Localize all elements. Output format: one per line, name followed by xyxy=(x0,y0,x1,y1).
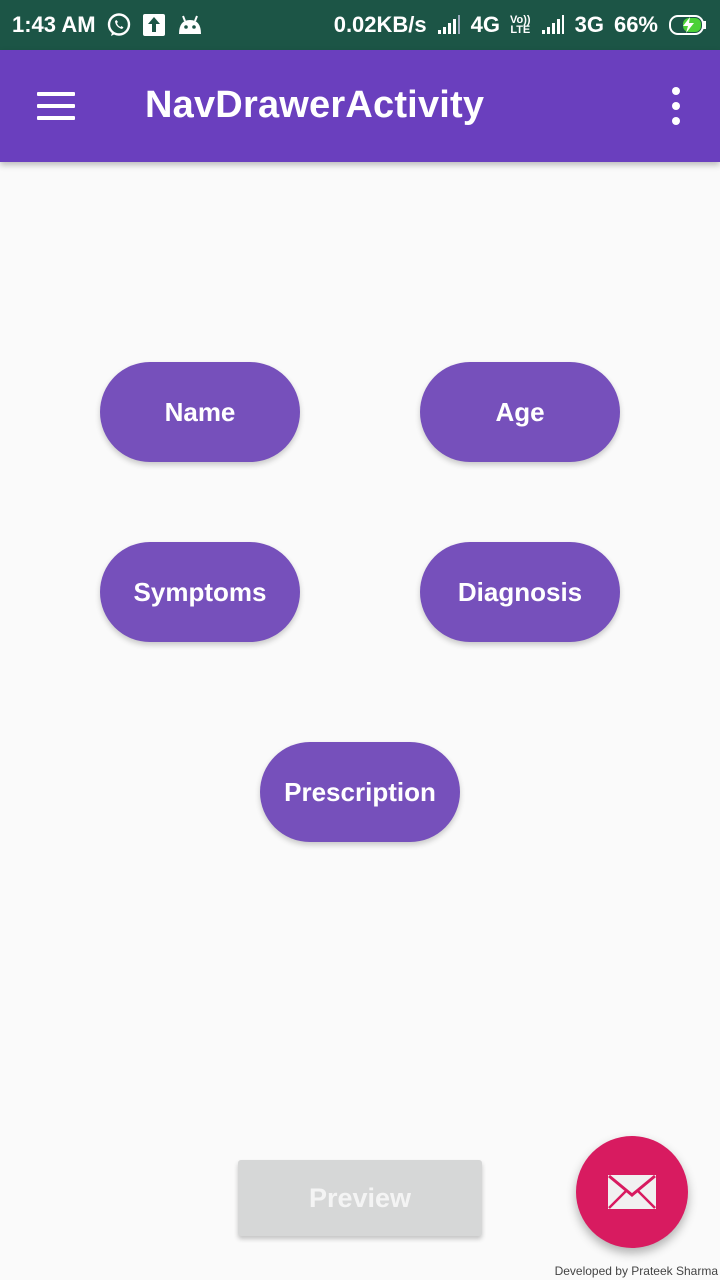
more-vert-icon[interactable] xyxy=(652,76,700,136)
network-type-1: 4G xyxy=(470,12,501,37)
network-type-2: 3G xyxy=(574,12,604,37)
symptoms-button[interactable]: Symptoms xyxy=(100,542,300,642)
signal-icon xyxy=(541,15,565,35)
network-speed: 0.02KB/s xyxy=(333,12,427,37)
prescription-button[interactable]: Prescription xyxy=(260,742,460,842)
battery-charging-icon xyxy=(668,14,708,36)
upload-icon xyxy=(142,13,166,37)
status-bar-left: 1:43 AM xyxy=(12,12,204,38)
name-button[interactable]: Name xyxy=(100,362,300,462)
hamburger-menu-icon[interactable] xyxy=(24,74,88,138)
app-bar: NavDrawerActivity xyxy=(0,50,720,162)
status-time: 1:43 AM xyxy=(12,12,96,37)
battery-percent: 66% xyxy=(613,12,658,37)
developer-credit: Developed by Prateek Sharma xyxy=(554,1264,718,1278)
preview-button[interactable]: Preview xyxy=(238,1160,482,1236)
age-button[interactable]: Age xyxy=(420,362,620,462)
mail-icon xyxy=(607,1174,657,1210)
status-bar: 1:43 AM 0.02KB/s 4G Vo)) LTE 3G 66% xyxy=(0,0,720,50)
whatsapp-icon xyxy=(106,12,132,38)
status-bar-right: 0.02KB/s 4G Vo)) LTE 3G 66% xyxy=(334,12,708,38)
volte-bottom-label: LTE xyxy=(510,24,531,36)
android-icon xyxy=(176,14,204,36)
app-title: NavDrawerActivity xyxy=(145,84,485,126)
signal-icon xyxy=(437,15,461,35)
diagnosis-button[interactable]: Diagnosis xyxy=(420,542,620,642)
volte-indicator: Vo)) LTE xyxy=(510,15,531,36)
compose-email-fab[interactable] xyxy=(576,1136,688,1248)
